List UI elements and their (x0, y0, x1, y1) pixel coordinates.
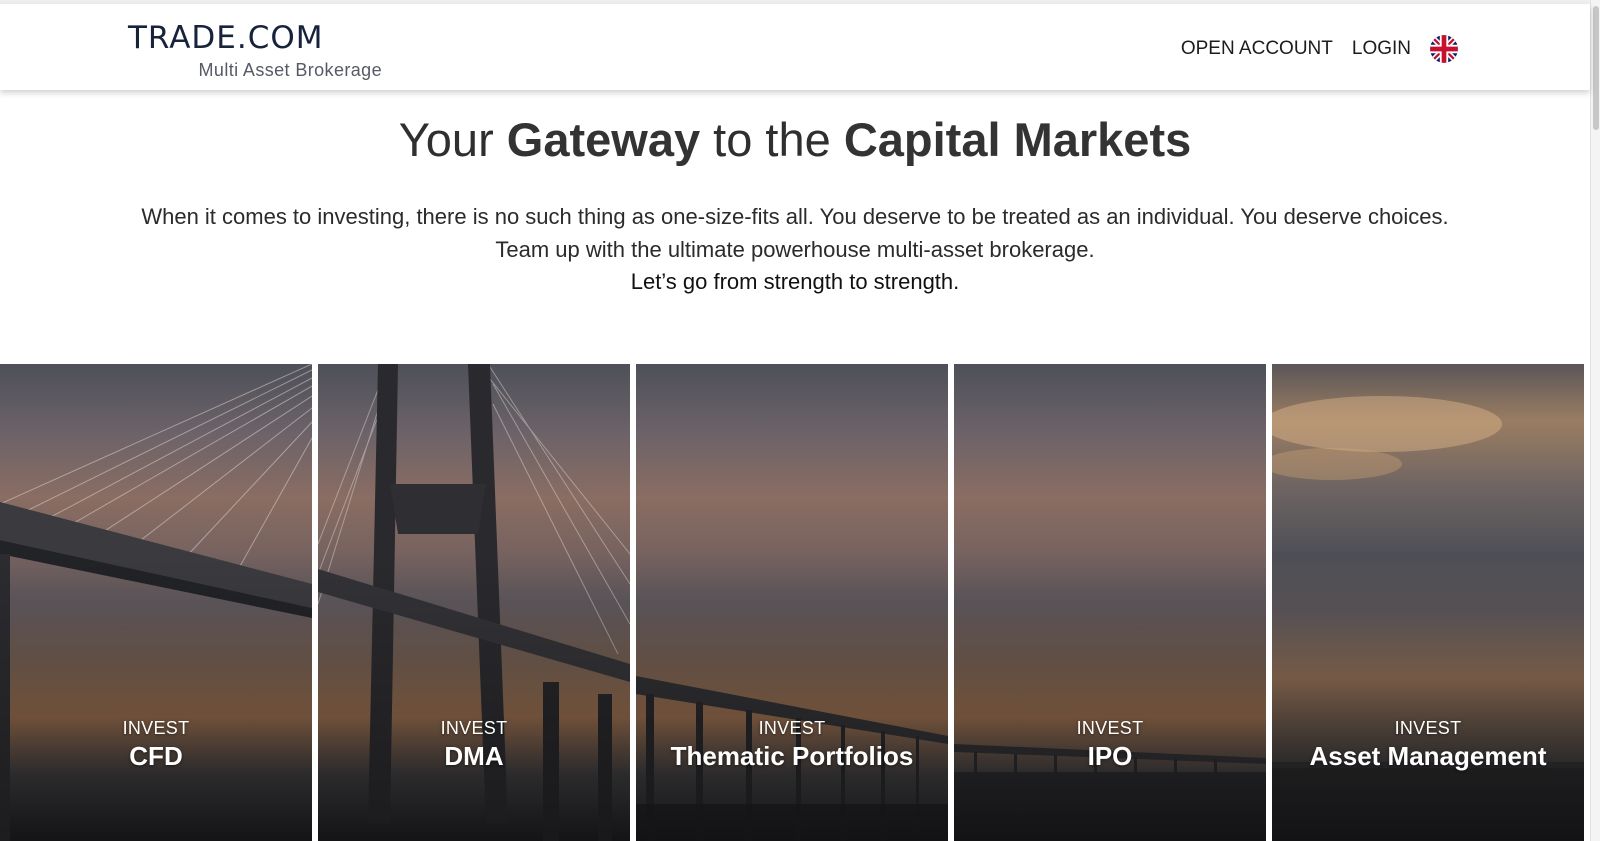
panel-caption: INVEST IPO (954, 718, 1266, 772)
panel-caption: INVEST Asset Management (1272, 718, 1584, 772)
panel-title: CFD (129, 741, 183, 771)
panel-kicker: INVEST (122, 718, 190, 738)
intro-line-3: Let’s go from strength to strength. (630, 269, 960, 294)
panel-kicker: INVEST (758, 718, 826, 738)
panel-caption: INVEST CFD (0, 718, 312, 772)
panel-shade (0, 554, 312, 841)
logo-tagline: Multi Asset Brokerage (198, 60, 382, 80)
panel-cfd[interactable]: INVEST CFD (0, 364, 312, 841)
panel-shade (318, 554, 630, 841)
logo-wordmark: TRADE.COM (128, 20, 324, 56)
login-link[interactable]: LOGIN (1352, 38, 1411, 60)
intro-text: When it comes to investing, there is no … (0, 201, 1590, 299)
panel-title: DMA (444, 741, 504, 771)
page: TRADE.COM Multi Asset Brokerage OPEN ACC… (0, 0, 1600, 841)
open-account-link[interactable]: OPEN ACCOUNT (1181, 38, 1333, 60)
site-header: TRADE.COM Multi Asset Brokerage OPEN ACC… (0, 4, 1590, 90)
page-scrollbar[interactable] (1590, 0, 1600, 841)
panel-shade (954, 554, 1266, 841)
panel-shade (636, 554, 948, 841)
panel-caption: INVEST Thematic Portfolios (636, 718, 948, 772)
panel-title: IPO (1087, 741, 1133, 771)
panel-caption: INVEST DMA (318, 718, 630, 772)
headline-capital-markets: Capital Markets (843, 113, 1192, 166)
headline-middle: to the (700, 113, 844, 166)
page-headline: Your Gateway to the Capital Markets (0, 112, 1590, 167)
panel-thematic-portfolios[interactable]: INVEST Thematic Portfolios (636, 364, 948, 841)
uk-flag-icon[interactable] (1430, 35, 1458, 63)
headline-prefix: Your (398, 113, 507, 166)
panel-asset-management[interactable]: INVEST Asset Management (1272, 364, 1584, 841)
panel-shade (1272, 554, 1584, 841)
panel-dma[interactable]: INVEST DMA (318, 364, 630, 841)
panel-kicker: INVEST (440, 718, 508, 738)
intro-line-1: When it comes to investing, there is no … (141, 204, 1449, 229)
top-nav: OPEN ACCOUNT LOGIN (1181, 32, 1458, 66)
scrollbar-thumb[interactable] (1593, 6, 1599, 130)
panel-ipo[interactable]: INVEST IPO (954, 364, 1266, 841)
intro-line-2: Team up with the ultimate powerhouse mul… (495, 236, 1095, 262)
headline-gateway: Gateway (506, 113, 701, 166)
product-panels: INVEST CFD INVEST DMA INVEST Thematic Po… (0, 364, 1590, 841)
panel-title: Asset Management (1309, 741, 1547, 771)
panel-kicker: INVEST (1394, 718, 1462, 738)
brand-logo[interactable]: TRADE.COM Multi Asset Brokerage (128, 20, 388, 82)
panel-title: Thematic Portfolios (670, 741, 914, 771)
panel-kicker: INVEST (1076, 718, 1144, 738)
